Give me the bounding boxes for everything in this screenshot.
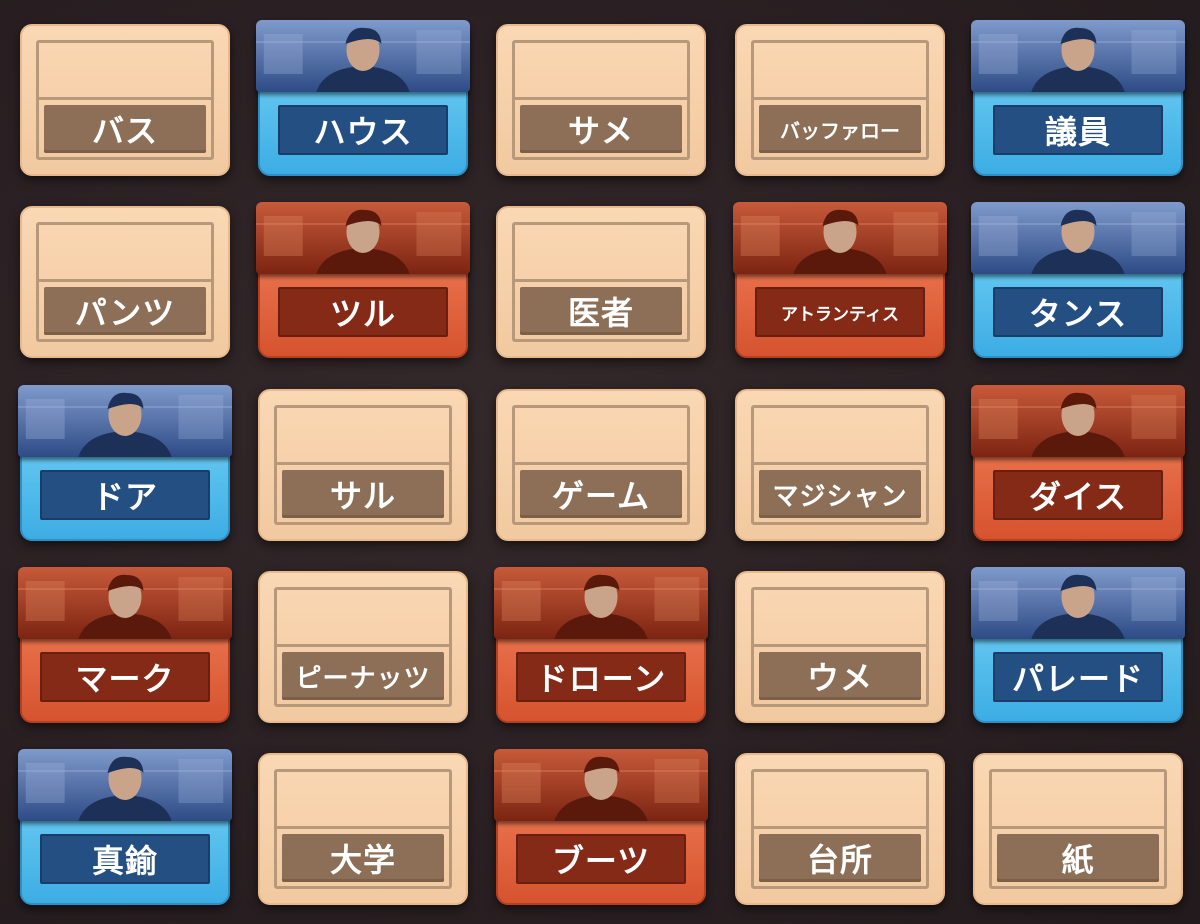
card-word: ダイス (1028, 478, 1128, 516)
card-word: アトランティス (781, 304, 899, 325)
card-word: タンス (1028, 295, 1128, 333)
word-card[interactable]: ハウス (256, 20, 470, 176)
card-word-plate: 議員 (993, 105, 1163, 155)
red-agent-portrait (733, 202, 947, 274)
blue-agent-portrait (18, 385, 232, 457)
blue-agent-portrait (971, 202, 1185, 274)
card-word-plate: マジシャン (759, 470, 921, 518)
card-word: 紙 (1061, 841, 1095, 879)
red-agent-portrait (18, 567, 232, 639)
word-card[interactable]: ダイス (971, 385, 1185, 541)
word-card[interactable]: 大学 (258, 753, 468, 905)
word-card[interactable]: 議員 (971, 20, 1185, 176)
card-word: 大学 (329, 841, 396, 879)
card-word-plate: アトランティス (755, 287, 925, 337)
card-word: バッファロー (780, 118, 900, 143)
word-card[interactable]: マーク (18, 567, 232, 723)
word-card[interactable]: ゲーム (496, 389, 706, 541)
red-agent-portrait (971, 385, 1185, 457)
card-word: 真鍮 (91, 842, 158, 880)
word-card[interactable]: サル (258, 389, 468, 541)
card-word-plate: ドア (40, 470, 210, 520)
card-word: ピーナッツ (295, 663, 431, 694)
word-card[interactable]: アトランティス (733, 202, 947, 358)
card-word-plate: サル (282, 470, 444, 518)
card-word: ツル (329, 295, 396, 333)
card-word: ウメ (806, 659, 873, 697)
card-word-plate: ダイス (993, 470, 1163, 520)
blue-agent-portrait (256, 20, 470, 92)
word-card[interactable]: バッファロー (735, 24, 945, 176)
card-word-plate: マーク (40, 652, 210, 702)
card-word: パンツ (74, 294, 176, 332)
card-word-plate: ツル (278, 287, 448, 337)
card-word-plate: パレード (993, 652, 1163, 702)
card-word: 医者 (567, 294, 634, 332)
red-agent-portrait (256, 202, 470, 274)
card-word: ドア (91, 478, 158, 516)
card-word-plate: 大学 (282, 834, 444, 882)
word-card[interactable]: パンツ (20, 206, 230, 358)
card-word-plate: ドローン (516, 652, 686, 702)
card-word-plate: タンス (993, 287, 1163, 337)
word-card[interactable]: ピーナッツ (258, 571, 468, 723)
card-word: ゲーム (551, 477, 651, 515)
card-word: ハウス (313, 113, 413, 151)
card-word-plate: バス (44, 105, 206, 153)
blue-agent-portrait (971, 20, 1185, 92)
card-word-plate: 医者 (520, 287, 682, 335)
card-word: マジシャン (772, 481, 908, 512)
word-card[interactable]: タンス (971, 202, 1185, 358)
card-word: パレード (1011, 660, 1144, 698)
card-word-plate: ウメ (759, 652, 921, 700)
word-card[interactable]: 医者 (496, 206, 706, 358)
blue-agent-portrait (971, 567, 1185, 639)
word-card[interactable]: 紙 (973, 753, 1183, 905)
red-agent-portrait (494, 567, 708, 639)
card-word: ドローン (535, 660, 667, 698)
word-card[interactable]: サメ (496, 24, 706, 176)
word-card[interactable]: パレード (971, 567, 1185, 723)
word-card[interactable]: ドア (18, 385, 232, 541)
card-word-plate: 真鍮 (40, 834, 210, 884)
word-card[interactable]: ブーツ (494, 749, 708, 905)
card-word-plate: ゲーム (520, 470, 682, 518)
card-word-plate: サメ (520, 105, 682, 153)
card-word: サメ (567, 112, 634, 150)
card-word: 台所 (806, 841, 873, 879)
card-word: サル (329, 477, 396, 515)
card-word: マーク (75, 660, 175, 698)
game-board: バス ハウス サメ バッファロー 議員 パンツ ツル 医者 アトランティス タンス ドア サル ゲームマ… (0, 0, 1200, 924)
blue-agent-portrait (18, 749, 232, 821)
word-card[interactable]: バス (20, 24, 230, 176)
card-word: ブーツ (551, 842, 651, 880)
card-word-plate: パンツ (44, 287, 206, 335)
word-card[interactable]: マジシャン (735, 389, 945, 541)
card-word-plate: ハウス (278, 105, 448, 155)
card-word: 議員 (1044, 113, 1111, 151)
card-word-plate: バッファロー (759, 105, 921, 153)
card-word: バス (91, 112, 158, 150)
word-card[interactable]: ウメ (735, 571, 945, 723)
word-card[interactable]: ドローン (494, 567, 708, 723)
word-card[interactable]: 真鍮 (18, 749, 232, 905)
card-word-plate: ブーツ (516, 834, 686, 884)
card-word-plate: 紙 (997, 834, 1159, 882)
red-agent-portrait (494, 749, 708, 821)
word-card[interactable]: ツル (256, 202, 470, 358)
card-word-plate: 台所 (759, 834, 921, 882)
card-word-plate: ピーナッツ (282, 652, 444, 700)
word-card[interactable]: 台所 (735, 753, 945, 905)
